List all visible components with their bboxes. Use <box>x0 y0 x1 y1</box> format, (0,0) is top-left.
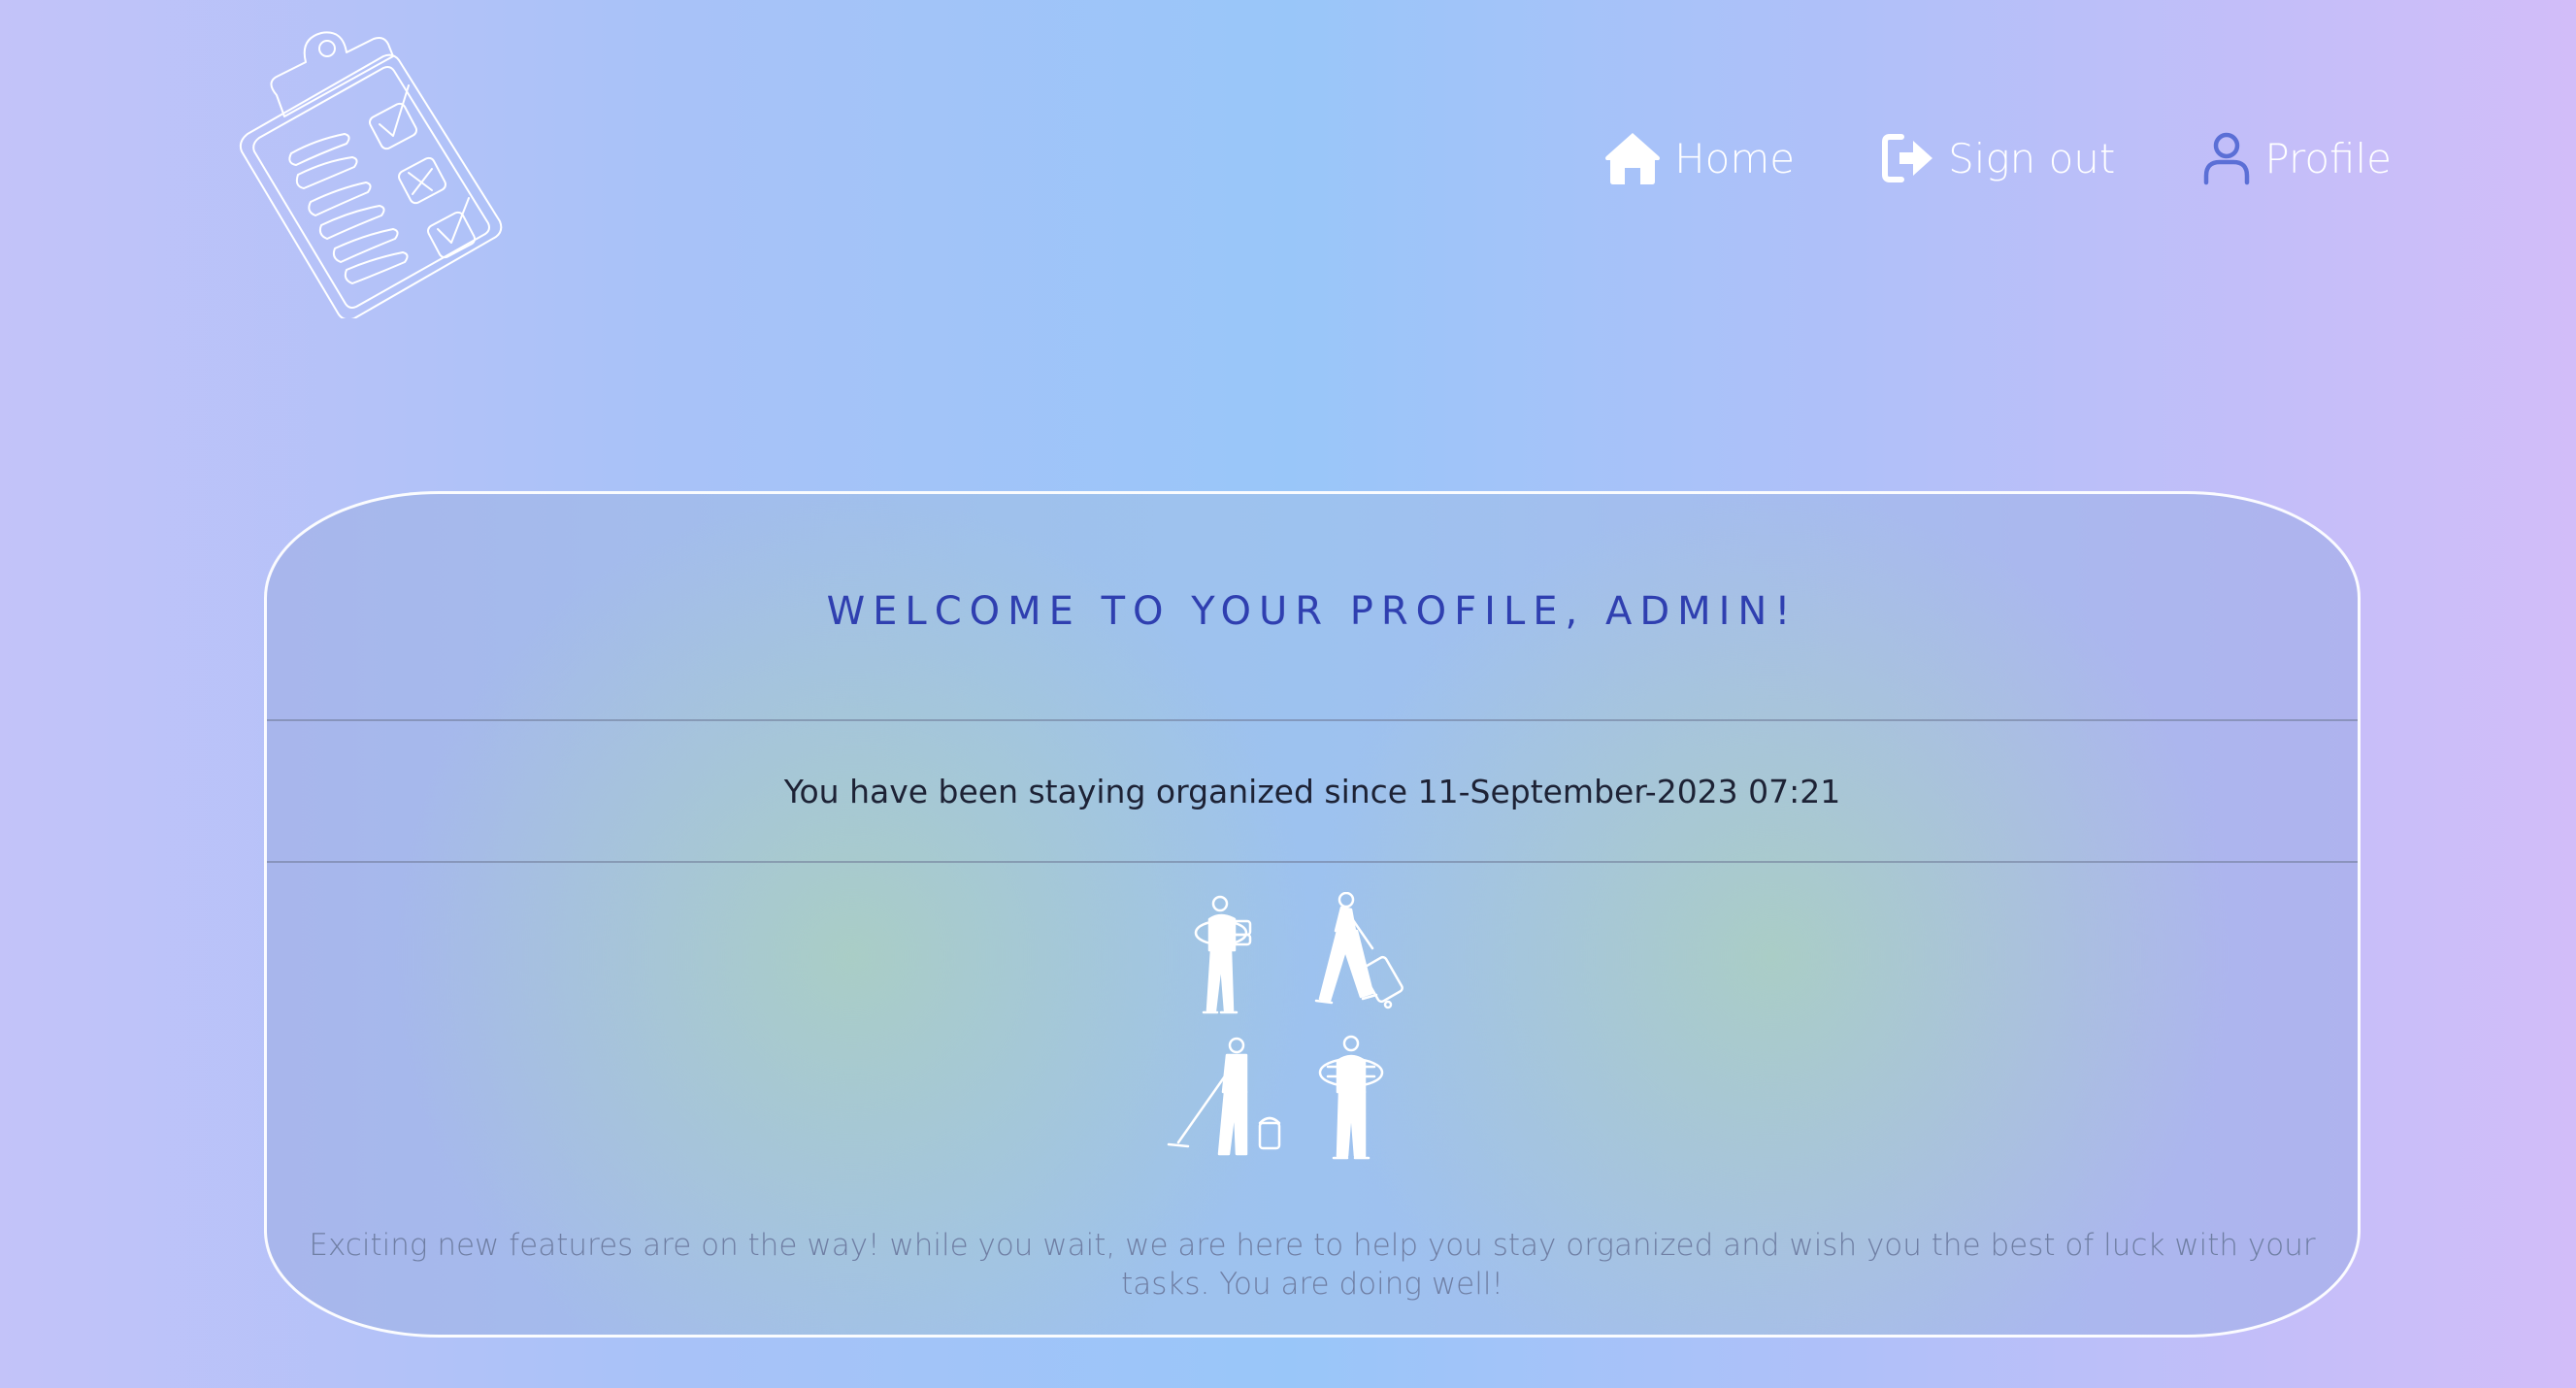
nav-home-link[interactable]: Home <box>1604 131 1795 185</box>
member-since-text: You have been staying organized since 11… <box>267 721 2358 863</box>
nav-sign-out-link[interactable]: Sign out <box>1882 133 2115 183</box>
profile-card: WELCOME TO YOUR PROFILE, ADMIN! You have… <box>264 491 2361 1338</box>
page-title: WELCOME TO YOUR PROFILE, ADMIN! <box>826 589 1799 634</box>
encouragement-message: Exciting new features are on the way! wh… <box>309 1228 2316 1302</box>
user-icon <box>2204 132 2250 185</box>
nav-profile-label: Profile <box>2264 134 2392 182</box>
clipboard-logo-icon[interactable] <box>238 27 519 321</box>
home-icon <box>1605 133 1661 184</box>
nav-home-label: Home <box>1674 134 1796 182</box>
sign-out-icon <box>1882 134 1933 182</box>
nav-sign-out-label: Sign out <box>1948 134 2116 182</box>
profile-card-header: WELCOME TO YOUR PROFILE, ADMIN! <box>267 494 2358 721</box>
nav-profile-link[interactable]: Profile <box>2202 131 2392 185</box>
main-nav: Home Sign out Profile <box>1604 131 2392 185</box>
people-doing-chores-illustration <box>267 892 2358 1173</box>
